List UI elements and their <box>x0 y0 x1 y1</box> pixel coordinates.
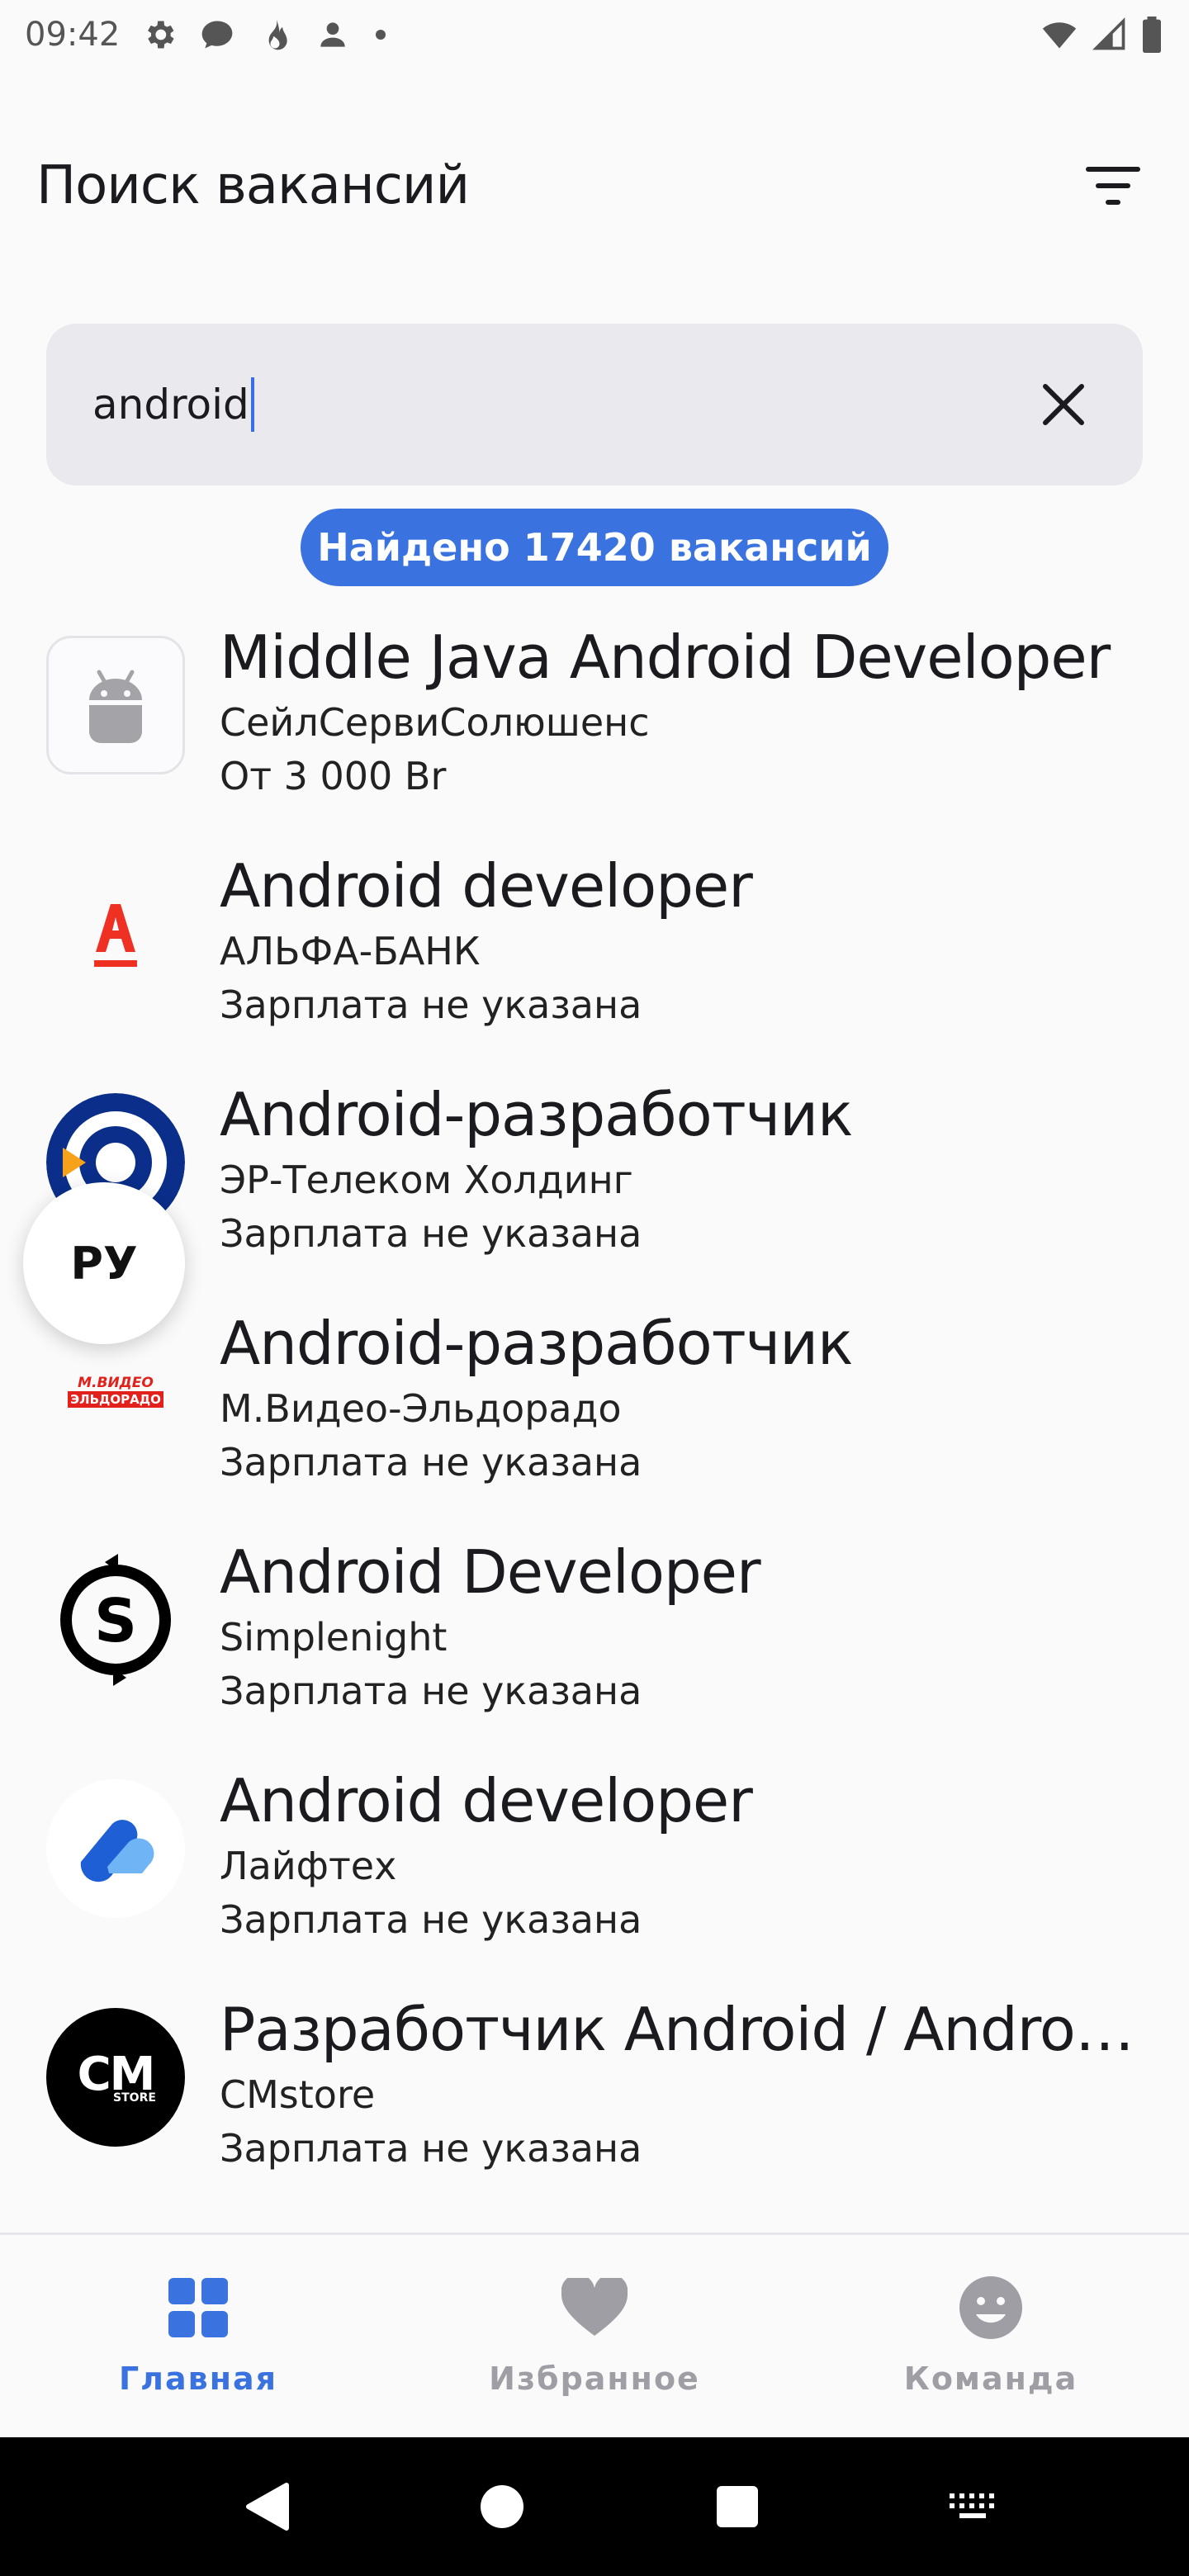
status-left: 09:42 <box>25 16 389 54</box>
lifetech-logo <box>46 1779 185 1918</box>
status-right <box>1039 17 1164 53</box>
status-time: 09:42 <box>25 16 121 54</box>
person-icon <box>315 17 351 53</box>
bottom-nav: Главная Избранное Команда <box>0 2233 1189 2434</box>
back-icon <box>245 2483 289 2531</box>
vacancy-text: Android developer Лайфтех Зарплата не ук… <box>220 1761 1144 1948</box>
results-count-badge: Найдено 17420 вакансий <box>301 509 888 586</box>
filter-icon <box>1086 167 1140 205</box>
android-logo <box>46 636 185 774</box>
vacancy-company: М.Видео-Эльдорадо <box>220 1386 622 1431</box>
back-button[interactable] <box>234 2474 300 2540</box>
vacancy-item[interactable]: S Android Developer Simplenight Зарплата… <box>0 1532 1189 1761</box>
vacancy-title: Android-разработчик <box>220 1080 854 1149</box>
battery-icon <box>1139 17 1164 53</box>
nav-label-home: Главная <box>118 2360 278 2397</box>
cmstore-logo-subtext: STORE <box>113 2091 156 2105</box>
heart-icon <box>560 2273 629 2342</box>
search-input[interactable]: android <box>92 381 249 429</box>
vacancy-salary: Зарплата не указана <box>220 1897 642 1942</box>
close-icon <box>1043 384 1084 425</box>
vacancy-salary: Зарплата не указана <box>220 1211 642 1256</box>
nav-item-favorites[interactable]: Избранное <box>429 2273 760 2397</box>
system-nav-bar <box>0 2437 1189 2576</box>
filter-button[interactable] <box>1073 146 1153 225</box>
vacancy-item[interactable]: Middle Java Android Developer СейлСервиС… <box>0 618 1189 846</box>
vacancy-company: Simplenight <box>220 1615 448 1660</box>
vacancy-salary: От 3 000 Br <box>220 754 447 798</box>
vacancy-item[interactable]: Android developer АЛЬФА-БАНК Зарплата не… <box>0 846 1189 1075</box>
keyboard-icon <box>949 2493 994 2518</box>
vacancy-company: СейлСервиСолюшенс <box>220 700 650 745</box>
signal-icon <box>1092 17 1128 53</box>
vacancy-company: ЭР-Телеком Холдинг <box>220 1158 633 1202</box>
wifi-icon <box>1039 17 1080 53</box>
mvideo-logo-text: М.ВИДЕО <box>78 1375 154 1391</box>
vacancy-list: Middle Java Android Developer СейлСервиС… <box>0 618 1189 2218</box>
page-title: Поиск вакансий <box>36 155 470 216</box>
chat-icon <box>199 17 235 53</box>
nav-label-favorites: Избранное <box>489 2360 700 2397</box>
flame-icon <box>257 17 293 53</box>
keyboard-button[interactable] <box>940 2474 1006 2540</box>
vacancy-title: Android Developer <box>220 1537 761 1607</box>
vacancy-title: Middle Java Android Developer <box>220 623 1111 692</box>
vacancy-item[interactable]: Android developer Лайфтех Зарплата не ук… <box>0 1761 1189 1990</box>
home-button[interactable] <box>469 2474 535 2540</box>
recents-icon <box>716 2486 758 2527</box>
vacancy-text: Android Developer Simplenight Зарплата н… <box>220 1532 1144 1719</box>
recents-button[interactable] <box>704 2474 770 2540</box>
vacancy-title: Android developer <box>220 1766 753 1835</box>
header: Поиск вакансий <box>0 124 1189 248</box>
vacancy-title: Android developer <box>220 851 753 921</box>
vacancy-title: Android-разработчик <box>220 1309 854 1378</box>
vacancy-title: Разработчик Android / Androi… <box>220 1995 1144 2064</box>
vacancy-item[interactable]: М.ВИДЕО ЭЛЬДОРАДО Android-разработчик М.… <box>0 1304 1189 1532</box>
vacancy-text: Android developer АЛЬФА-БАНК Зарплата не… <box>220 846 1144 1033</box>
vacancy-text: Android-разработчик М.Видео-Эльдорадо За… <box>220 1304 1144 1490</box>
dot-icon <box>372 17 389 53</box>
clear-search-button[interactable] <box>1030 372 1097 438</box>
vacancy-text: Middle Java Android Developer СейлСервиС… <box>220 618 1144 804</box>
alfa-bank-logo <box>46 864 185 1003</box>
smile-icon <box>956 2273 1026 2342</box>
vacancy-salary: Зарплата не указана <box>220 1440 642 1485</box>
status-bar: 09:42 <box>0 0 1189 69</box>
text-caret <box>250 377 254 432</box>
vacancy-company: CMstore <box>220 2072 376 2117</box>
vacancy-text: Разработчик Android / Androi… CMstore За… <box>220 1990 1144 2176</box>
settings-icon <box>141 17 178 53</box>
search-box[interactable]: android <box>46 324 1143 485</box>
vacancy-salary: Зарплата не указана <box>220 2126 642 2171</box>
vacancy-text: Android-разработчик ЭР-Телеком Холдинг З… <box>220 1075 1144 1262</box>
nav-label-team: Команда <box>903 2360 1078 2397</box>
svg-text:S: S <box>94 1586 137 1655</box>
grid-icon <box>163 2273 233 2342</box>
cmstore-logo: CM STORE <box>46 2008 185 2147</box>
nav-item-team[interactable]: Команда <box>826 2273 1156 2397</box>
vacancy-company: АЛЬФА-БАНК <box>220 929 481 973</box>
language-fab[interactable]: РУ <box>23 1182 185 1344</box>
simplenight-logo: S <box>46 1551 185 1689</box>
vacancy-salary: Зарплата не указана <box>220 1669 642 1713</box>
nav-item-home[interactable]: Главная <box>33 2273 363 2397</box>
vacancy-salary: Зарплата не указана <box>220 983 642 1027</box>
eldorado-logo-text: ЭЛЬДОРАДО <box>68 1391 163 1408</box>
home-icon <box>480 2485 523 2528</box>
vacancy-company: Лайфтех <box>220 1844 397 1888</box>
vacancy-item[interactable]: CM STORE Разработчик Android / Androi… C… <box>0 1990 1189 2218</box>
